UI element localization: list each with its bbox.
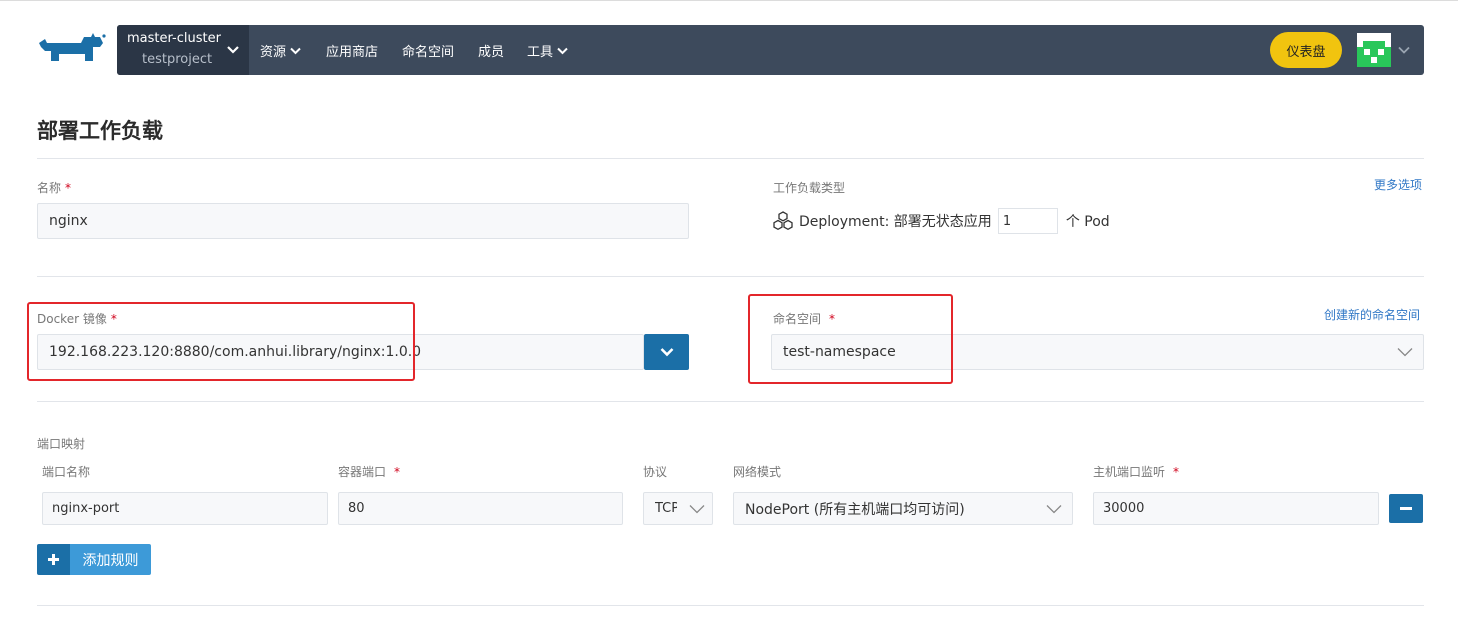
chevron-down-icon: [689, 504, 705, 513]
nav-item-members[interactable]: 成员: [478, 41, 504, 60]
user-avatar[interactable]: [1357, 33, 1391, 67]
port-name-header: 端口名称: [42, 465, 91, 479]
highlight-box: [27, 302, 415, 381]
port-mapping-label: 端口映射: [37, 437, 86, 451]
top-border: [0, 0, 1458, 1]
nav-item-tools[interactable]: 工具: [527, 41, 568, 60]
minus-icon: [1400, 507, 1412, 510]
chevron-down-icon: [290, 47, 301, 54]
chevron-down-icon: [1397, 348, 1413, 357]
dashboard-button[interactable]: 仪表盘: [1270, 32, 1342, 68]
required-mark: *: [65, 181, 72, 195]
chevron-down-icon: [227, 46, 239, 54]
deployment-cubes-icon: [773, 211, 793, 231]
container-port-header-text: 容器端口: [338, 465, 387, 479]
highlight-box: [748, 294, 953, 384]
top-nav: master-cluster testproject 资源 应用商店 命名空间 …: [117, 25, 1424, 75]
network-mode-select[interactable]: NodePort (所有主机端口均可访问): [733, 492, 1073, 525]
port-name-input[interactable]: nginx-port: [42, 492, 328, 525]
name-label-text: 名称: [37, 181, 62, 195]
protocol-value: TCP: [655, 501, 677, 516]
divider: [37, 158, 1424, 159]
plus-icon: [37, 544, 70, 575]
pod-suffix: 个 Pod: [1065, 214, 1110, 230]
nav-item-label: 应用商店: [326, 45, 379, 60]
chevron-down-icon: [557, 47, 568, 54]
create-namespace-link[interactable]: 创建新的命名空间: [1324, 306, 1420, 323]
network-mode-value: NodePort (所有主机端口均可访问): [745, 501, 965, 518]
chevron-down-icon: [1046, 504, 1062, 513]
cluster-name: master-cluster: [127, 31, 221, 46]
nav-item-app-store[interactable]: 应用商店: [326, 41, 378, 60]
chevron-down-icon: [660, 348, 673, 357]
workload-type-label: 工作负载类型: [773, 181, 846, 195]
add-rule-label: 添加规则: [70, 544, 151, 575]
nav-item-namespaces[interactable]: 命名空间: [402, 41, 454, 60]
nav-item-resources[interactable]: 资源: [260, 41, 301, 60]
host-port-header: 主机端口监听 *: [1093, 463, 1179, 480]
nav-item-label: 命名空间: [402, 45, 455, 60]
chevron-down-icon[interactable]: [1398, 46, 1410, 54]
image-dropdown-button[interactable]: [644, 334, 689, 370]
host-port-header-text: 主机端口监听: [1093, 465, 1166, 479]
divider: [37, 276, 1424, 277]
divider: [37, 401, 1424, 402]
workload-type-row: Deployment: 部署无状态应用 1 个 Pod: [773, 208, 1110, 234]
container-port-header: 容器端口 *: [338, 463, 400, 480]
host-port-input[interactable]: 30000: [1093, 492, 1379, 525]
nav-item-label: 工具: [527, 45, 554, 60]
network-mode-header: 网络模式: [733, 465, 782, 479]
add-rule-button[interactable]: 添加规则: [37, 544, 151, 575]
page-title: 部署工作负载: [37, 119, 163, 143]
name-input[interactable]: nginx: [37, 203, 689, 239]
protocol-select[interactable]: TCP: [643, 492, 713, 525]
remove-port-button[interactable]: [1389, 494, 1423, 523]
rancher-logo-icon[interactable]: [37, 33, 107, 67]
nav-item-label: 成员: [478, 45, 505, 60]
divider: [37, 605, 1424, 606]
deployment-type-text: Deployment: 部署无状态应用: [799, 214, 992, 230]
cluster-switcher[interactable]: master-cluster testproject: [117, 25, 249, 75]
scale-input[interactable]: 1: [997, 208, 1058, 234]
name-label: 名称 *: [37, 179, 71, 196]
required-mark: *: [394, 465, 401, 479]
nav-item-label: 资源: [260, 45, 287, 60]
project-name: testproject: [142, 52, 213, 67]
required-mark: *: [1173, 465, 1180, 479]
more-options-link[interactable]: 更多选项: [1374, 176, 1422, 193]
container-port-input[interactable]: 80: [338, 492, 623, 525]
protocol-header: 协议: [643, 465, 668, 479]
